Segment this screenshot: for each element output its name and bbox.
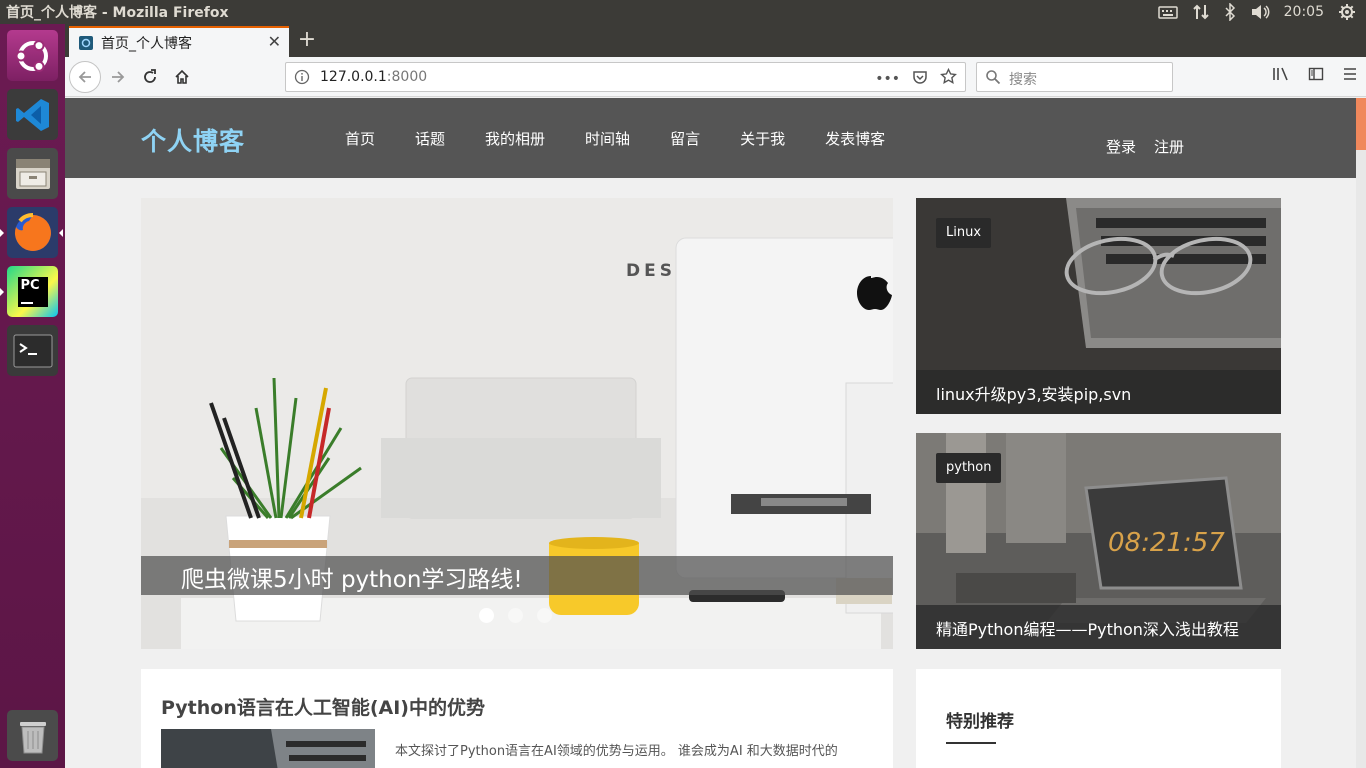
carousel-dots — [479, 608, 552, 623]
ubuntu-dash-icon[interactable] — [7, 30, 58, 81]
pocket-icon[interactable] — [912, 69, 928, 89]
side-card-caption[interactable]: linux升级py3,安装pip,svn — [916, 370, 1281, 414]
recommend-title: 特别推荐 — [946, 712, 1014, 732]
side-card-title[interactable]: linux升级py3,安装pip,svn — [936, 381, 1131, 405]
special-recommend-box: 特别推荐 — [916, 669, 1281, 768]
terminal-icon[interactable] — [7, 325, 58, 376]
firefox-running-indicator — [0, 229, 4, 237]
register-link[interactable]: 注册 — [1154, 136, 1184, 157]
system-top-panel: 首页_个人博客 - Mozilla Firefox 20:05 — [0, 0, 1366, 24]
carousel-dot-3[interactable] — [537, 608, 552, 623]
volume-icon[interactable] — [1250, 4, 1270, 20]
search-bar[interactable]: 搜索 — [976, 62, 1173, 92]
bluetooth-icon[interactable] — [1224, 3, 1236, 21]
pycharm-icon-label: PC — [20, 277, 40, 293]
side-card-title[interactable]: 精通Python编程——Python深入浅出教程 — [936, 616, 1239, 640]
tab-home[interactable]: 首页_个人博客 ✕ — [69, 26, 289, 57]
side-card-tag[interactable]: python — [936, 453, 1002, 483]
library-icon[interactable] — [1272, 66, 1290, 86]
url-text[interactable]: 127.0.0.1:8000 — [320, 69, 427, 85]
carousel-dot-2[interactable] — [508, 608, 523, 623]
site-logo[interactable]: 个人博客 — [141, 122, 245, 158]
site-nav: 首页 话题 我的相册 时间轴 留言 关于我 发表博客 — [345, 98, 925, 178]
forward-button[interactable] — [102, 61, 134, 93]
pycharm-icon[interactable]: PC — [7, 266, 58, 317]
url-bar-actions: ••• — [875, 67, 957, 89]
login-link[interactable]: 登录 — [1106, 136, 1136, 157]
nav-about[interactable]: 关于我 — [740, 128, 785, 149]
url-host: 127.0.0.1 — [320, 69, 387, 85]
page-scrollbar[interactable] — [1356, 98, 1366, 768]
firefox-icon[interactable] — [7, 207, 58, 258]
side-card-caption[interactable]: 精通Python编程——Python深入浅出教程 — [916, 605, 1281, 649]
new-tab-button[interactable]: + — [293, 26, 321, 54]
carousel-dot-1[interactable] — [479, 608, 494, 623]
article-title[interactable]: Python语言在人工智能(AI)中的优势 — [161, 693, 485, 720]
sidebar-toggle-icon[interactable] — [1308, 66, 1324, 86]
tab-title: 首页_个人博客 — [101, 35, 192, 52]
article-thumbnail[interactable] — [161, 729, 375, 768]
banner-caption[interactable]: 爬虫微课5小时 python学习路线! — [141, 556, 893, 595]
nav-publish[interactable]: 发表博客 — [825, 128, 885, 149]
banner-caption-text[interactable]: 爬虫微课5小时 python学习路线! — [181, 560, 523, 594]
article-card: Python语言在人工智能(AI)中的优势 本文探讨了Python语言在AI领域… — [141, 669, 893, 768]
toolbar-tools — [1272, 66, 1358, 86]
file-manager-icon[interactable] — [7, 148, 58, 199]
navigation-toolbar: 127.0.0.1:8000 ••• 搜索 — [65, 57, 1366, 97]
keyboard-icon[interactable] — [1157, 4, 1178, 20]
page-scrollbar-thumb[interactable] — [1356, 98, 1366, 150]
url-bar[interactable]: 127.0.0.1:8000 ••• — [285, 62, 966, 92]
vscode-icon[interactable] — [7, 89, 58, 140]
trash-icon[interactable] — [7, 710, 58, 761]
firefox-active-indicator — [59, 229, 63, 237]
side-card-python[interactable]: 08:21:57 python 精通Python编程——Python深入浅出教程 — [916, 433, 1281, 649]
unity-launcher: PC — [0, 24, 65, 768]
settings-gear-icon[interactable] — [1338, 3, 1356, 21]
site-header: 个人博客 首页 话题 我的相册 时间轴 留言 关于我 发表博客 登录 注册 — [65, 98, 1356, 178]
banner-ghost-text: DES — [626, 261, 676, 281]
tab-close-icon[interactable]: ✕ — [268, 32, 281, 51]
web-page: 个人博客 首页 话题 我的相册 时间轴 留言 关于我 发表博客 登录 注册 DE… — [65, 98, 1366, 768]
reload-button[interactable] — [134, 61, 166, 93]
nav-topics[interactable]: 话题 — [415, 128, 445, 149]
tab-strip: 首页_个人博客 ✕ + — [65, 24, 1366, 57]
side-card-tag[interactable]: Linux — [936, 218, 992, 248]
home-button[interactable] — [166, 61, 198, 93]
url-port: :8000 — [386, 69, 428, 85]
bookmark-star-icon[interactable] — [940, 67, 957, 89]
laptop-clock-text: 08:21:57 — [1108, 528, 1225, 558]
page-actions-icon[interactable]: ••• — [875, 71, 900, 87]
recommend-underline — [946, 742, 996, 744]
back-button[interactable] — [69, 61, 101, 93]
site-info-icon[interactable] — [294, 69, 310, 89]
article-summary: 本文探讨了Python语言在AI领域的优势与运用。 谁会成为AI 和大数据时代的 — [395, 744, 838, 759]
pycharm-running-indicator — [0, 288, 4, 296]
nav-home[interactable]: 首页 — [345, 128, 375, 149]
site-favicon-icon — [79, 35, 93, 50]
network-icon[interactable] — [1192, 3, 1210, 21]
search-placeholder: 搜索 — [1009, 72, 1037, 88]
nav-albums[interactable]: 我的相册 — [485, 128, 545, 149]
menu-hamburger-icon[interactable] — [1342, 66, 1358, 86]
system-tray: 20:05 — [1157, 0, 1366, 24]
nav-timeline[interactable]: 时间轴 — [585, 128, 630, 149]
nav-guestbook[interactable]: 留言 — [670, 128, 700, 149]
window-title: 首页_个人博客 - Mozilla Firefox — [6, 5, 229, 21]
clock[interactable]: 20:05 — [1284, 4, 1324, 20]
side-card-linux[interactable]: Linux linux升级py3,安装pip,svn — [916, 198, 1281, 414]
auth-links: 登录 注册 — [1106, 136, 1184, 157]
firefox-window: 首页_个人博客 ✕ + 127.0.0.1:8000 ••• 搜索 个人博客 首… — [65, 24, 1366, 768]
banner-carousel[interactable]: DES 爬虫微课5小时 python学习路线! — [141, 198, 893, 649]
search-icon — [985, 69, 1001, 89]
